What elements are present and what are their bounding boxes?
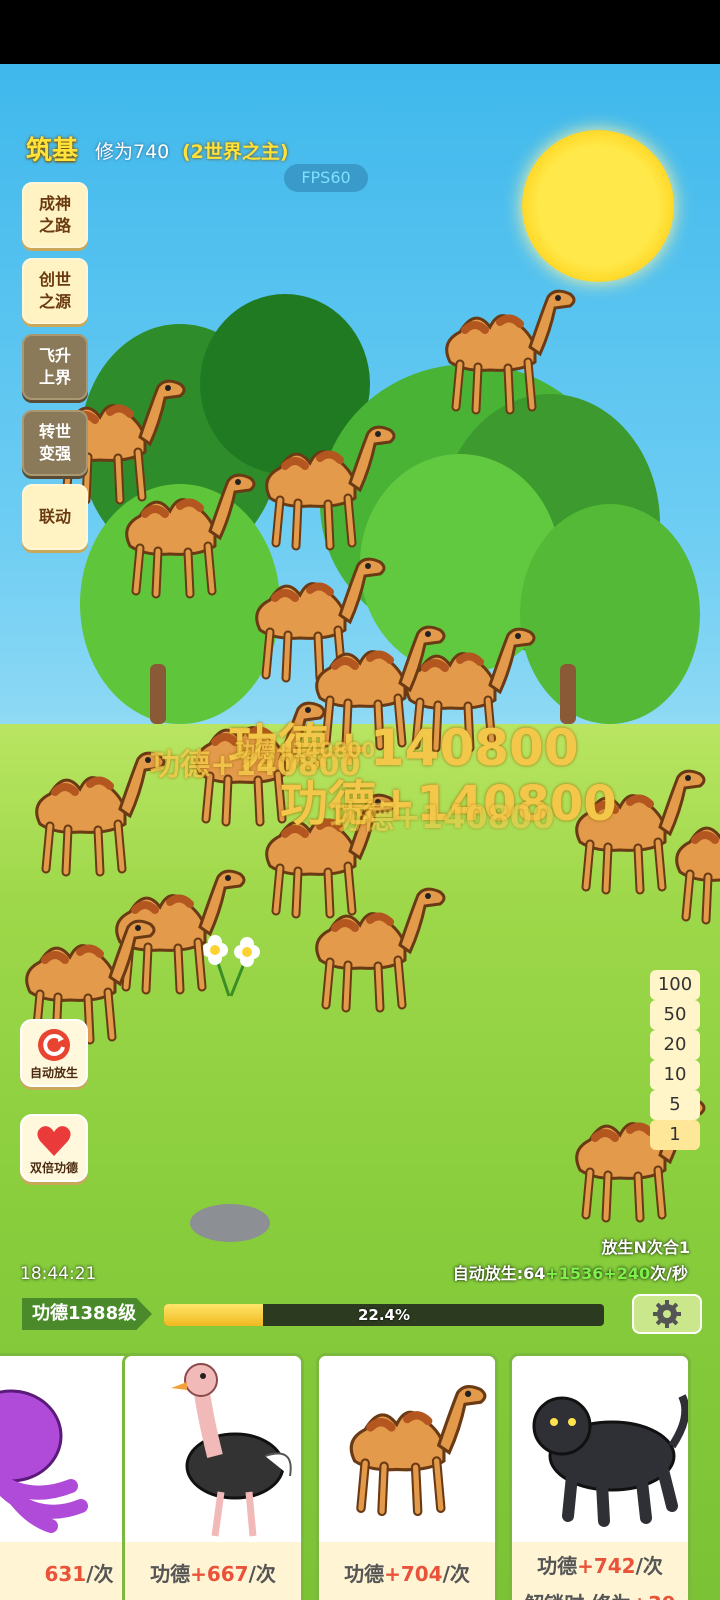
side-menu-label: 创世 之源: [38, 270, 71, 311]
unlock-label: 解锁时 修为: [524, 1592, 631, 1600]
god-path-button[interactable]: 成神 之路: [22, 182, 88, 248]
multiplier-option[interactable]: 10: [650, 1060, 700, 1090]
auto-release-unit: 次/秒: [650, 1264, 688, 1283]
settings-button[interactable]: [632, 1294, 702, 1334]
collab-button[interactable]: 联动: [22, 484, 88, 550]
animal-card-panther[interactable]: 功德+742/次解锁时 修为+39功德1400级解锁: [509, 1353, 691, 1600]
unlock-bonus: 解锁时 修为+39: [512, 1588, 688, 1600]
double-merit-button[interactable]: 双倍功德: [20, 1114, 88, 1182]
creation-source-button[interactable]: 创世 之源: [22, 258, 88, 324]
merit-amount: 631: [44, 1562, 87, 1586]
unlock-amount: +39: [631, 1592, 676, 1600]
multiplier-option[interactable]: 50: [650, 1000, 700, 1030]
merit-label: 功德: [344, 1562, 385, 1586]
auto-release-button[interactable]: 自动放生: [20, 1019, 88, 1087]
fps-badge: FPS60: [284, 164, 368, 192]
auto-release-label: 自动放生: [29, 1066, 78, 1080]
card-merit-value: 功德+704/次: [319, 1558, 495, 1587]
release-info: 放生N次合1: [601, 1238, 690, 1257]
auto-release-bonus-1: +1536: [545, 1264, 604, 1283]
realm-world: (2世界之主): [182, 141, 289, 163]
panther-icon: [512, 1356, 688, 1542]
merit-amount: +704: [384, 1562, 443, 1586]
animal-card-camel[interactable]: 功德+704/次使用中: [316, 1353, 498, 1600]
card-merit-value: 功德+667/次: [125, 1558, 301, 1587]
ostrich-icon: [125, 1356, 301, 1542]
cultivation-value: 修为740: [95, 141, 170, 163]
realm-title: 筑基: [26, 136, 79, 166]
side-menu-label: 成神 之路: [38, 194, 71, 235]
camel-icon: [319, 1356, 495, 1542]
auto-release-stats: 自动放生:64+1536+240次/秒: [453, 1260, 688, 1284]
multiplier-option[interactable]: 5: [650, 1090, 700, 1120]
card-info: 功德+667/次选择: [125, 1542, 301, 1600]
merit-label: 功德: [537, 1554, 578, 1578]
merit-unit: /次: [86, 1562, 114, 1586]
reincarnate-button[interactable]: 转世 变强: [22, 410, 88, 476]
clock: 18:44:21: [20, 1264, 97, 1284]
merit-popup: 功德+140800: [235, 738, 376, 762]
auto-release-count: 自动放生:64: [452, 1264, 546, 1283]
merit-unit: /次: [442, 1562, 470, 1586]
refresh-icon: [38, 1029, 70, 1061]
double-merit-label: 双倍功德: [29, 1161, 78, 1175]
status-bar: [0, 0, 720, 64]
merit-amount: +667: [190, 1562, 249, 1586]
merit-popup: 功德+140800: [330, 798, 555, 836]
multiplier-option[interactable]: 1: [650, 1120, 700, 1150]
card-info: 功德+742/次解锁时 修为+39功德1400级解锁: [512, 1542, 688, 1600]
card-info: 功德+704/次使用中: [319, 1542, 495, 1600]
ascend-button[interactable]: 飞升 上界: [22, 334, 88, 400]
animal-card-ostrich[interactable]: 功德+667/次选择: [122, 1353, 304, 1600]
multiplier-option[interactable]: 100: [650, 970, 700, 1000]
heart-icon: [37, 1126, 71, 1156]
side-menu-label: 飞升 上界: [38, 346, 71, 387]
card-merit-value: 功德+742/次: [512, 1550, 688, 1579]
merit-amount: +742: [577, 1554, 636, 1578]
multiplier-option[interactable]: 20: [650, 1030, 700, 1060]
merit-unit: /次: [635, 1554, 663, 1578]
merit-unit: /次: [248, 1562, 276, 1586]
merit-label: 功德: [150, 1562, 191, 1586]
side-menu-label: 联动: [38, 507, 71, 526]
game-scene[interactable]: 筑基 修为740 (2世界之主) FPS60 成神 之路创世 之源飞升 上界转世…: [0, 64, 720, 1600]
merit-progress-bar: 22.4%: [164, 1304, 604, 1326]
gear-icon: [653, 1300, 681, 1328]
merit-level-badge: 功德1388级: [22, 1298, 152, 1330]
side-menu-label: 转世 变强: [38, 422, 71, 463]
auto-release-bonus-2: +240: [603, 1264, 651, 1283]
merit-progress-text: 22.4%: [357, 1306, 411, 1324]
